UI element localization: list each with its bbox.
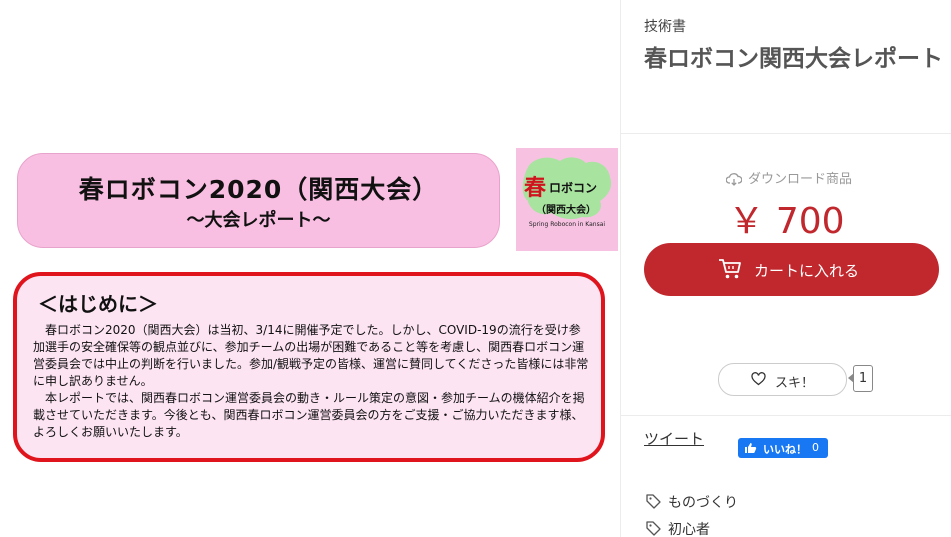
intro-paragraph: 本レポートでは、関西春ロボコン運営委員会の動き・ルール策定の意図・参加チームの機… xyxy=(33,391,585,439)
product-title: 春ロボコン関西大会レポート xyxy=(644,46,943,72)
divider xyxy=(621,133,951,134)
like-button[interactable]: スキ！ xyxy=(718,363,847,396)
intro-heading: ＜はじめに＞ xyxy=(38,292,158,316)
facebook-like-button[interactable]: いいね！ 0 xyxy=(738,438,828,458)
facebook-like-label: いいね！ xyxy=(763,443,807,456)
add-to-cart-button[interactable]: カートに入れる xyxy=(644,243,939,296)
tweet-link[interactable]: ツイート xyxy=(644,428,704,449)
tag-label: 初心者 xyxy=(668,522,710,537)
report-title-banner: 春ロボコン2020（関西大会） ～大会レポート～ xyxy=(17,153,500,248)
report-subtitle: ～大会レポート～ xyxy=(186,210,331,231)
heart-icon xyxy=(751,372,766,386)
product-price: ￥ 700 xyxy=(728,201,845,242)
logo-kansai-text: （関西大会） xyxy=(536,205,596,216)
logo-haru-text: 春 xyxy=(524,176,547,201)
product-preview-image: 春ロボコン2020（関西大会） ～大会レポート～ 春 ロボコン （関西大会） S… xyxy=(0,0,620,537)
tag-item[interactable]: ものづくり xyxy=(646,492,766,511)
product-category: 技術書 xyxy=(644,19,686,35)
download-product-label: ダウンロード商品 xyxy=(726,168,852,187)
logo-robocon-text: ロボコン xyxy=(549,181,598,195)
like-count: 1 xyxy=(848,365,873,392)
robocon-logo: 春 ロボコン （関西大会） Spring Robocon in Kansai xyxy=(516,148,618,251)
divider xyxy=(621,415,951,416)
facebook-thumb-icon xyxy=(745,443,757,453)
tag-item[interactable]: 初心者 xyxy=(646,519,766,537)
like-button-label: スキ！ xyxy=(775,376,815,391)
intro-body: 春ロボコン2020（関西大会）は当初、3/14に開催予定でした。しかし、COVI… xyxy=(33,322,589,441)
cart-button-label: カートに入れる xyxy=(754,262,860,280)
cloud-download-icon xyxy=(726,173,742,186)
intro-box: ＜はじめに＞ 春ロボコン2020（関西大会）は当初、3/14に開催予定でした。し… xyxy=(13,272,605,462)
logo-spring-text: Spring Robocon in Kansai xyxy=(528,221,606,228)
facebook-like-count: 0 xyxy=(812,441,819,454)
intro-paragraph: 春ロボコン2020（関西大会）は当初、3/14に開催予定でした。しかし、COVI… xyxy=(33,323,589,388)
cart-icon xyxy=(719,259,741,279)
report-title: 春ロボコン2020（関西大会） xyxy=(78,175,439,204)
tag-icon xyxy=(646,521,661,536)
product-page: 春ロボコン2020（関西大会） ～大会レポート～ 春 ロボコン （関西大会） S… xyxy=(0,0,951,537)
tag-label: ものづくり xyxy=(668,495,738,511)
tag-icon xyxy=(646,494,661,509)
download-label-text: ダウンロード商品 xyxy=(748,172,853,187)
product-sidebar: 技術書 春ロボコン関西大会レポート ダウンロード商品 ￥ 700 カートに入れる… xyxy=(620,0,951,537)
